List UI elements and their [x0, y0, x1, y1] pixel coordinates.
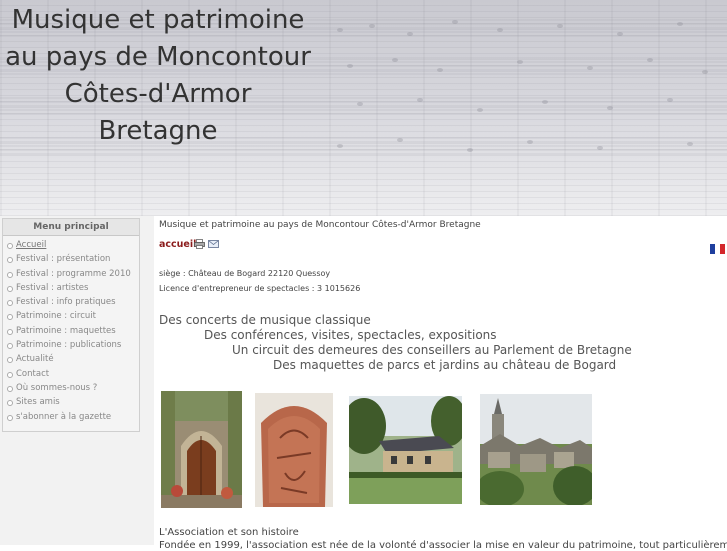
menu-title: Menu principal — [3, 219, 139, 236]
menu-item-gazette[interactable]: s'abonner à la gazette — [0, 410, 150, 424]
tagline-concerts: Des concerts de musique classique — [159, 313, 371, 327]
menu-item-festival-presentation[interactable]: Festival : présentation — [0, 252, 150, 266]
village-photo — [480, 394, 592, 505]
tagline-conferences: Des conférences, visites, spectacles, ex… — [204, 328, 497, 342]
manor-photo — [349, 396, 462, 504]
menu-item-festival-programme[interactable]: Festival : programme 2010 — [0, 267, 150, 281]
doorway-photo — [161, 391, 242, 508]
main-content: Musique et patrimoine au pays de Moncont… — [154, 216, 727, 551]
menu-list: Accueil Festival : présentation Festival… — [0, 238, 150, 424]
page-title[interactable]: accueil — [159, 239, 196, 250]
breadcrumb: Musique et patrimoine au pays de Moncont… — [159, 220, 481, 230]
carved-stone-photo — [255, 393, 333, 507]
menu-item-patrimoine-publications[interactable]: Patrimoine : publications — [0, 338, 150, 352]
print-icon[interactable] — [194, 239, 205, 249]
menu-item-actualite[interactable]: Actualité — [0, 352, 150, 366]
sidebar: Menu principal Accueil Festival : présen… — [0, 216, 154, 545]
site-title-line: Musique et patrimoine — [11, 5, 305, 35]
menu-item-ou-sommes-nous[interactable]: Où sommes-nous ? — [0, 381, 150, 395]
menu-item-festival-artistes[interactable]: Festival : artistes — [0, 281, 150, 295]
french-flag-icon[interactable] — [710, 244, 725, 254]
email-icon[interactable] — [208, 239, 219, 249]
site-title-line: au pays de Moncontour — [5, 42, 311, 72]
site-title-line: Côtes-d'Armor — [64, 79, 252, 109]
menu-item-patrimoine-circuit[interactable]: Patrimoine : circuit — [0, 309, 150, 323]
association-title: L'Association et son histoire — [159, 527, 299, 538]
menu-item-sites-amis[interactable]: Sites amis — [0, 395, 150, 409]
association-text: Fondée en 1999, l'association est née de… — [159, 540, 727, 551]
header-banner: Musique et patrimoine au pays de Moncont… — [0, 0, 727, 216]
menu-item-festival-info[interactable]: Festival : info pratiques — [0, 295, 150, 309]
menu-item-patrimoine-maquettes[interactable]: Patrimoine : maquettes — [0, 324, 150, 338]
tagline-circuit: Un circuit des demeures des conseillers … — [232, 343, 632, 357]
tagline-maquettes: Des maquettes de parcs et jardins au châ… — [273, 358, 617, 372]
menu-item-accueil[interactable]: Accueil — [0, 238, 150, 252]
menu-item-contact[interactable]: Contact — [0, 367, 150, 381]
seat-address: siège : Château de Bogard 22120 Quessoy — [159, 269, 331, 278]
site-title: Musique et patrimoine au pays de Moncont… — [0, 2, 316, 150]
licence-number: Licence d'entrepreneur de spectacles : 3… — [159, 284, 361, 293]
site-title-line: Bretagne — [98, 116, 218, 146]
